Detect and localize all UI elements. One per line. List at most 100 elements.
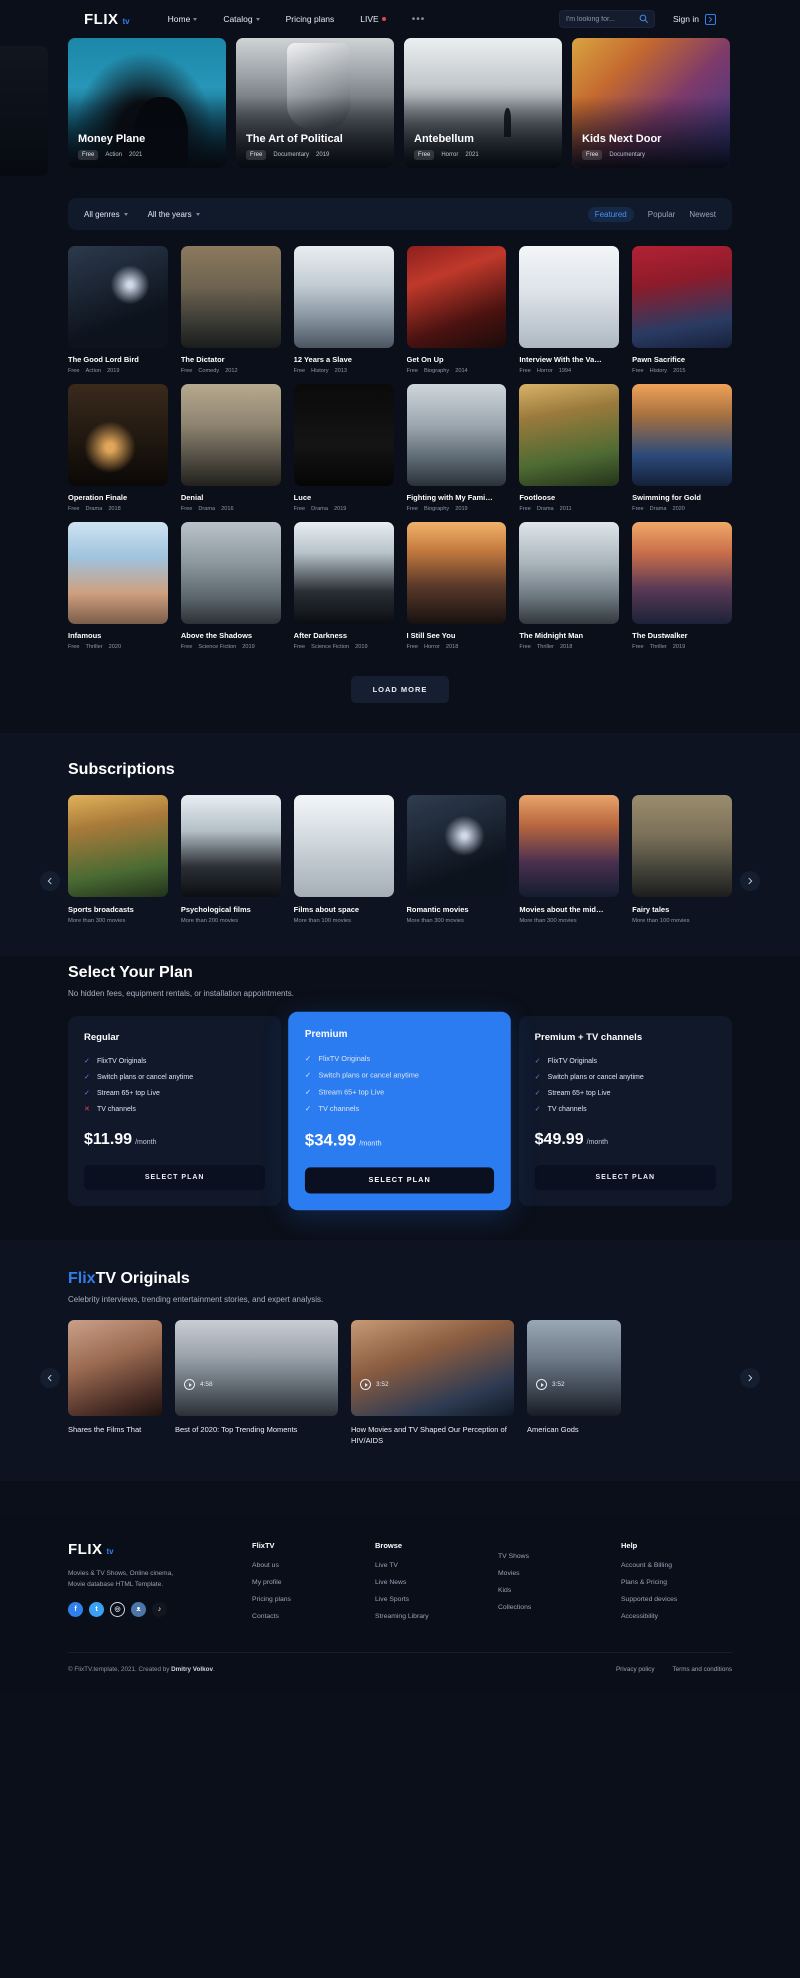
nav-item-live[interactable]: LIVE <box>360 14 386 24</box>
footer-link[interactable]: Supported devices <box>621 1596 732 1603</box>
sort-featured[interactable]: Featured <box>587 206 634 222</box>
movie-thumbnail[interactable] <box>632 522 732 624</box>
movie-card[interactable]: 12 Years a Slave Free History 2013 <box>293 246 394 374</box>
movie-card[interactable]: Pawn Sacrifice Free History 2015 <box>632 246 732 374</box>
footer-link[interactable]: My profile <box>252 1579 363 1586</box>
subscription-thumbnail[interactable] <box>519 795 620 897</box>
movie-thumbnail[interactable] <box>180 384 281 486</box>
play-icon[interactable] <box>360 1379 371 1390</box>
footer-link[interactable]: Accessibility <box>621 1613 732 1620</box>
movie-card[interactable]: The Midnight Man Free Thriller 2018 <box>519 522 620 650</box>
originals-next-button[interactable] <box>740 1368 760 1388</box>
movie-card[interactable]: Swimming for Gold Free Drama 2020 <box>632 384 732 512</box>
subscription-thumbnail[interactable] <box>632 795 732 897</box>
nav-item-pricing-plans[interactable]: Pricing plans <box>286 14 335 24</box>
signin-group[interactable]: Sign in <box>673 13 716 25</box>
footer-link[interactable]: Contacts <box>252 1613 363 1620</box>
footer-link[interactable]: Kids <box>498 1587 609 1594</box>
original-thumbnail[interactable] <box>68 1320 162 1416</box>
movie-card[interactable]: Luce Free Drama 2019 <box>293 384 394 512</box>
original-card[interactable]: 3:52 American Gods <box>527 1320 621 1436</box>
signin-label[interactable]: Sign in <box>673 14 699 24</box>
movie-thumbnail[interactable] <box>519 246 620 348</box>
movie-thumbnail[interactable] <box>293 246 394 348</box>
movie-card[interactable]: Infamous Free Thriller 2020 <box>68 522 168 650</box>
movie-card[interactable]: Get On Up Free Biography 2014 <box>406 246 507 374</box>
tiktok-icon[interactable]: ♪ <box>152 1601 167 1617</box>
movie-card[interactable]: After Darkness Free Science Fiction 2019 <box>293 522 394 650</box>
subscription-thumbnail[interactable] <box>406 795 507 897</box>
movie-card[interactable]: The Dustwalker Free Thriller 2019 <box>632 522 732 650</box>
select-plan-button[interactable]: SELECT PLAN <box>84 1165 266 1190</box>
subscription-card[interactable]: Romantic movies More than 300 movies <box>406 795 507 924</box>
footer-link[interactable]: Streaming Library <box>375 1613 486 1620</box>
hero-card[interactable]: Money Plane Free Action 2021 <box>68 38 226 168</box>
search-input[interactable] <box>566 15 635 23</box>
hero-peek-left[interactable] <box>0 46 48 176</box>
footer-link[interactable]: Live Sports <box>375 1596 486 1603</box>
subscription-card[interactable]: Sports broadcasts More than 300 movies <box>68 795 168 924</box>
plan-card[interactable]: Regular ✓ FlixTV Originals ✓ Switch plans or… <box>68 1016 282 1206</box>
subscription-card[interactable]: Fairy tales More than 100 movies <box>632 795 732 924</box>
sort-newest[interactable]: Newest <box>689 210 716 219</box>
play-chip[interactable]: 4:58 <box>184 1379 213 1390</box>
hero-card[interactable]: Antebellum Free Horror 2021 <box>404 38 562 168</box>
play-chip[interactable]: 3:52 <box>536 1379 565 1390</box>
movie-thumbnail[interactable] <box>406 522 507 624</box>
movie-card[interactable]: Interview With the Va… Free Horror 1994 <box>519 246 620 374</box>
search-box[interactable] <box>559 10 655 28</box>
movie-thumbnail[interactable] <box>519 384 620 486</box>
subscription-thumbnail[interactable] <box>293 795 394 897</box>
nav-item-catalog[interactable]: Catalog <box>223 14 260 24</box>
select-plan-button[interactable]: SELECT PLAN <box>534 1165 716 1190</box>
original-thumbnail[interactable]: 3:52 <box>351 1320 514 1416</box>
movie-card[interactable]: Denial Free Drama 2016 <box>180 384 281 512</box>
play-icon[interactable] <box>536 1379 547 1390</box>
footer-link[interactable]: Pricing plans <box>252 1596 363 1603</box>
movie-thumbnail[interactable] <box>293 522 394 624</box>
movie-card[interactable]: I Still See You Free Horror 2018 <box>406 522 507 650</box>
signin-icon[interactable] <box>705 13 716 25</box>
nav-item-home[interactable]: Home <box>168 14 198 24</box>
brand-logo[interactable]: FLIX tv <box>84 11 130 28</box>
movie-card[interactable]: The Dictator Free Comedy 2012 <box>180 246 281 374</box>
filter-genres-dropdown[interactable]: All genres <box>84 210 128 219</box>
movie-card[interactable]: Operation Finale Free Drama 2018 <box>68 384 168 512</box>
play-chip[interactable]: 3:52 <box>360 1379 389 1390</box>
movie-thumbnail[interactable] <box>68 522 168 624</box>
sort-popular[interactable]: Popular <box>648 210 676 219</box>
footer-link[interactable]: Movies <box>498 1570 609 1577</box>
privacy-policy-link[interactable]: Privacy policy <box>616 1666 655 1673</box>
subscriptions-prev-button[interactable] <box>40 871 60 891</box>
movie-card[interactable]: Footloose Free Drama 2011 <box>519 384 620 512</box>
play-icon[interactable] <box>184 1379 195 1390</box>
movie-card[interactable]: Fighting with My Fami… Free Biography 2019 <box>406 384 507 512</box>
subscription-card[interactable]: Psychological films More than 200 movies <box>180 795 281 924</box>
terms-link[interactable]: Terms and conditions <box>672 1666 732 1673</box>
movie-thumbnail[interactable] <box>293 384 394 486</box>
movie-card[interactable]: Above the Shadows Free Science Fiction 2019 <box>180 522 281 650</box>
hero-card[interactable]: The Art of Political Free Documentary 20… <box>236 38 394 168</box>
nav-more-button[interactable]: ••• <box>412 14 426 25</box>
movie-thumbnail[interactable] <box>406 384 507 486</box>
search-icon[interactable] <box>639 10 648 28</box>
movie-thumbnail[interactable] <box>406 246 507 348</box>
footer-link[interactable]: Live TV <box>375 1562 486 1569</box>
footer-link[interactable]: Live News <box>375 1579 486 1586</box>
load-more-button[interactable]: LOAD MORE <box>350 676 450 703</box>
movie-thumbnail[interactable] <box>632 384 732 486</box>
original-thumbnail[interactable]: 3:52 <box>527 1320 621 1416</box>
original-thumbnail[interactable]: 4:58 <box>175 1320 338 1416</box>
footer-link[interactable]: TV Shows <box>498 1553 609 1560</box>
hero-card[interactable]: Kids Next Door Free Documentary <box>572 38 730 168</box>
originals-prev-button[interactable] <box>40 1368 60 1388</box>
subscription-thumbnail[interactable] <box>180 795 281 897</box>
facebook-icon[interactable]: f <box>68 1601 83 1617</box>
subscription-card[interactable]: Films about space More than 100 movies <box>293 795 394 924</box>
footer-link[interactable]: Collections <box>498 1604 609 1611</box>
plan-card[interactable]: Premium + TV channels ✓ FlixTV Originals ✓ S… <box>518 1016 732 1206</box>
subscription-card[interactable]: Movies about the mid… More than 300 movie… <box>519 795 620 924</box>
footer-logo[interactable]: FLIX tv <box>68 1541 202 1558</box>
movie-thumbnail[interactable] <box>180 522 281 624</box>
footer-link[interactable]: Account & Billing <box>621 1562 732 1569</box>
